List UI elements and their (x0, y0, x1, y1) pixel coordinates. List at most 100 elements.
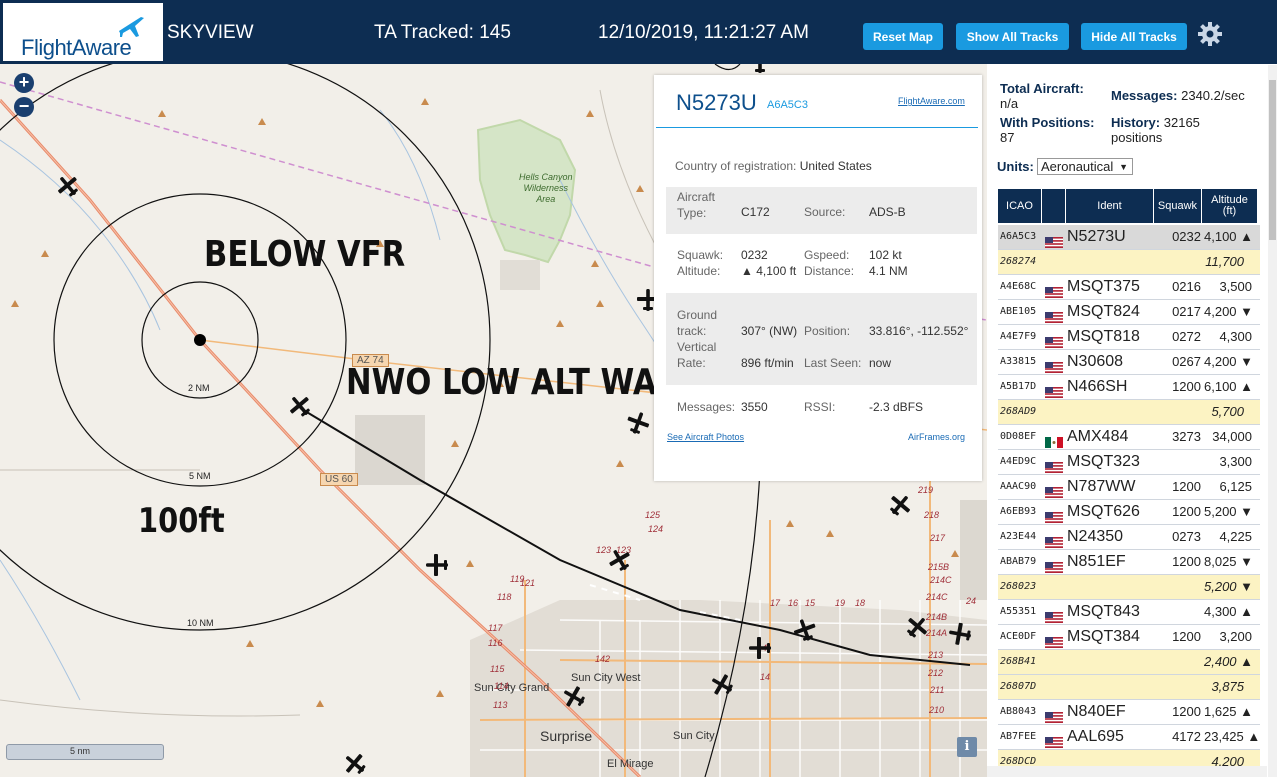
flightaware-link[interactable]: FlightAware.com (898, 96, 965, 106)
squawk-cell: 0273 (1172, 529, 1201, 544)
altitude-cell: 3,500 (1219, 279, 1252, 294)
with-positions-label: With Positions: (1000, 115, 1095, 130)
us-flag-icon (1045, 707, 1063, 723)
aircraft-icon[interactable] (561, 684, 587, 710)
ident-cell: MSQT824 (1067, 303, 1140, 320)
aircraft-icon[interactable] (887, 492, 913, 518)
table-row[interactable]: 26807D 3,875 (998, 675, 1260, 700)
route-number-label: 114 (494, 681, 509, 691)
altitude-cell: 4,300 (1219, 329, 1252, 344)
table-row[interactable]: 268023 5,200 ▼ (998, 575, 1260, 600)
last-seen-label: Last Seen: (804, 356, 862, 370)
hide-all-tracks-button[interactable]: Hide All Tracks (1081, 23, 1187, 50)
ident-cell: MSQT323 (1067, 453, 1140, 470)
aircraft-icon[interactable] (747, 635, 773, 661)
squawk-value: 0232 (741, 248, 768, 262)
track-value: 307° (NW) (741, 324, 798, 338)
position-value: 33.816°, -112.552° (869, 324, 969, 338)
col-altitude[interactable]: Altitude (ft) (1202, 189, 1258, 223)
table-row[interactable]: 268274 11,700 (998, 250, 1260, 275)
ident-cell: MSQT626 (1067, 503, 1140, 520)
aircraft-icon[interactable] (424, 552, 450, 578)
altitude-cell: 34,000 (1212, 429, 1252, 444)
us-flag-icon (1045, 357, 1063, 373)
reset-map-button[interactable]: Reset Map (863, 23, 943, 50)
route-number-label: 118 (497, 592, 512, 602)
col-squawk[interactable]: Squawk (1154, 189, 1202, 223)
table-row[interactable]: 0D08EF AMX484 3273 34,000 (998, 425, 1260, 450)
table-row[interactable]: A4E7F9 MSQT818 0272 4,300 (998, 325, 1260, 350)
units-select[interactable]: Aeronautical ▼ (1037, 158, 1133, 175)
altitude-cell: 23,425 ▲ (1204, 729, 1261, 744)
aircraft-icon[interactable] (709, 672, 735, 698)
squawk-cell: 4172 (1172, 729, 1201, 744)
show-all-tracks-button[interactable]: Show All Tracks (956, 23, 1069, 50)
aircraft-icon[interactable] (904, 614, 930, 640)
icao-cell: A4E7F9 (1000, 331, 1037, 342)
route-number-label: 117 (488, 623, 503, 633)
table-row[interactable]: A6EB93 MSQT626 1200 5,200 ▼ (998, 500, 1260, 525)
zoom-in-button[interactable]: + (14, 73, 34, 93)
aircraft-icon[interactable] (792, 617, 818, 643)
gear-icon[interactable] (1197, 21, 1223, 47)
rssi-label: RSSI: (804, 400, 836, 414)
squawk-cell (1158, 450, 1201, 474)
history-stat: History: 32165 (1111, 115, 1200, 130)
ident-cell: AMX484 (1067, 428, 1129, 445)
table-row[interactable]: 268B41 2,400 ▲ (998, 650, 1260, 675)
aircraft-photos-link[interactable]: See Aircraft Photos (667, 432, 744, 442)
table-row[interactable]: A55351 MSQT843 4,300 ▲ (998, 600, 1260, 625)
aircraft-icon[interactable] (342, 751, 368, 777)
range-label-10nm: 10 NM (187, 618, 214, 628)
table-row[interactable]: A4ED9C MSQT323 3,300 (998, 450, 1260, 475)
info-button[interactable]: i (957, 737, 977, 757)
route-number-label: 215B (928, 562, 950, 572)
table-row[interactable]: ABAB79 N851EF 1200 8,025 ▼ (998, 550, 1260, 575)
table-row[interactable]: A33815 N30608 0267 4,200 ▼ (998, 350, 1260, 375)
panel-scroll-thumb[interactable] (1269, 80, 1276, 240)
icao-cell: 26807D (1000, 681, 1037, 692)
altitude-cell: 4,300 ▲ (1204, 604, 1254, 619)
popup-divider (656, 127, 978, 128)
us-flag-icon (1045, 307, 1063, 323)
col-icao[interactable]: ICAO (998, 189, 1042, 223)
mx-flag-icon (1045, 432, 1063, 448)
airframes-link[interactable]: AirFrames.org (908, 432, 965, 442)
route-number-label: 142 (595, 654, 611, 664)
rssi-value: -2.3 dBFS (869, 400, 924, 414)
table-row[interactable]: A6A5C3 N5273U 0232 4,100 ▲ (998, 225, 1260, 250)
table-row[interactable]: AB7FEE AAL695 4172 23,425 ▲ (998, 725, 1260, 750)
us-flag-icon (1045, 507, 1063, 523)
us-flag-icon (1045, 557, 1063, 573)
table-row[interactable]: ABE105 MSQT824 0217 4,200 ▼ (998, 300, 1260, 325)
table-row[interactable]: A5B17D N466SH 1200 6,100 ▲ (998, 375, 1260, 400)
aircraft-icon[interactable] (747, 64, 773, 75)
col-ident[interactable]: Ident (1066, 189, 1154, 223)
flightaware-logo[interactable]: FlightAware (3, 3, 163, 61)
annotation-altitude: 100ft (138, 501, 225, 541)
table-row[interactable]: ACE0DF MSQT384 1200 3,200 (998, 625, 1260, 650)
aircraft-icon[interactable] (287, 393, 313, 419)
ident-cell: N787WW (1067, 478, 1136, 495)
distance-label: Distance: (804, 264, 855, 278)
aircraft-icon[interactable] (947, 621, 973, 647)
popup-callsign: N5273U (676, 90, 757, 115)
table-row[interactable]: A4E68C MSQT375 0216 3,500 (998, 275, 1260, 300)
ident-cell: MSQT384 (1067, 628, 1140, 645)
zoom-out-button[interactable]: − (14, 97, 34, 117)
altitude-cell: 2,400 ▲ (1204, 654, 1254, 669)
aircraft-icon[interactable] (625, 410, 651, 436)
route-number-label: 211 (930, 685, 945, 695)
table-row[interactable]: A23E44 N24350 0273 4,225 (998, 525, 1260, 550)
table-row[interactable]: 268AD9 5,700 (998, 400, 1260, 425)
table-row[interactable]: AB8043 N840EF 1200 1,625 ▲ (998, 700, 1260, 725)
aircraft-icon[interactable] (607, 547, 633, 573)
table-row[interactable]: AAAC90 N787WW 1200 6,125 (998, 475, 1260, 500)
us-flag-icon (1045, 732, 1063, 748)
total-aircraft-label: Total Aircraft: (1000, 81, 1084, 96)
logo-plane-icon (119, 17, 144, 37)
panel-hscrollbar[interactable] (987, 766, 1267, 777)
aircraft-icon[interactable] (55, 173, 81, 199)
squawk-cell: 1200 (1172, 704, 1201, 719)
altitude-cell: 3,875 (1211, 679, 1244, 694)
